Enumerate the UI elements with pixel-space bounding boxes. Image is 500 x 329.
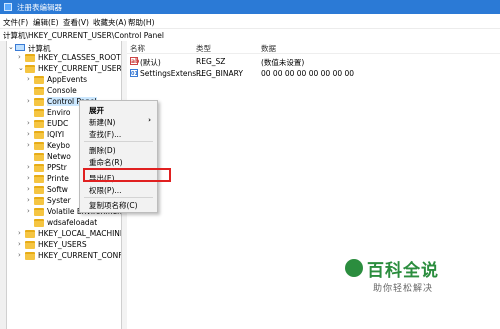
menu-item-copy-key-name[interactable]: 复制项名称(C) bbox=[80, 199, 157, 210]
menu-item-find[interactable]: 查找(F)... bbox=[80, 128, 157, 139]
window-title: 注册表编辑器 bbox=[17, 3, 62, 12]
string-value-icon: ab bbox=[130, 57, 140, 65]
menu-favorites[interactable]: 收藏夹(A) bbox=[93, 17, 126, 28]
context-menu: 展开 新建(N) › 查找(F)... 删除(D) 重命名(R) 导出(E) 权… bbox=[79, 100, 158, 213]
chevron-right-icon[interactable]: › bbox=[27, 75, 30, 83]
menu-file[interactable]: 文件(F) bbox=[3, 17, 28, 28]
chevron-right-icon[interactable]: › bbox=[27, 141, 30, 149]
title-bar: 注册表编辑器 bbox=[0, 0, 500, 14]
folder-icon bbox=[34, 98, 44, 106]
chevron-right-icon[interactable]: › bbox=[27, 185, 30, 193]
folder-icon bbox=[34, 186, 44, 194]
folder-icon bbox=[34, 76, 44, 84]
regedit-app-icon bbox=[4, 3, 12, 11]
brand-logo-icon bbox=[345, 259, 363, 277]
menu-separator bbox=[84, 197, 153, 198]
watermark-brand: 百科全说 bbox=[367, 261, 439, 281]
chevron-right-icon[interactable]: › bbox=[27, 207, 30, 215]
menu-bar: 文件(F) 编辑(E) 查看(V) 收藏夹(A) 帮助(H) bbox=[0, 14, 500, 29]
folder-icon bbox=[34, 109, 44, 117]
chevron-right-icon[interactable]: › bbox=[18, 53, 21, 61]
folder-icon bbox=[34, 197, 44, 205]
folder-icon bbox=[34, 175, 44, 183]
folder-icon bbox=[34, 219, 44, 227]
menu-item-rename[interactable]: 重命名(R) bbox=[80, 156, 157, 167]
folder-icon bbox=[34, 153, 44, 161]
folder-icon bbox=[25, 65, 35, 73]
menu-item-permissions[interactable]: 权限(P)... bbox=[80, 184, 157, 195]
chevron-right-icon[interactable]: › bbox=[18, 240, 21, 248]
value-row[interactable]: ab (默认) REG_SZ (数值未设置) bbox=[127, 56, 500, 67]
chevron-down-icon[interactable]: ⌄ bbox=[18, 64, 24, 72]
chevron-right-icon[interactable]: › bbox=[27, 196, 30, 204]
binary-value-icon: 01 bbox=[130, 69, 138, 77]
value-row[interactable]: 01 SettingsExtensi... REG_BINARY 00 00 0… bbox=[127, 68, 500, 79]
chevron-right-icon[interactable]: › bbox=[18, 251, 21, 259]
menu-item-expand[interactable]: 展开 bbox=[80, 104, 157, 115]
chevron-right-icon[interactable]: › bbox=[27, 163, 30, 171]
folder-icon bbox=[34, 120, 44, 128]
menu-help[interactable]: 帮助(H) bbox=[128, 17, 155, 28]
values-pane[interactable]: 名称 类型 数据 ab (默认) REG_SZ (数值未设置) 01 Setti… bbox=[127, 41, 500, 329]
submenu-arrow-icon: › bbox=[148, 116, 151, 124]
computer-icon bbox=[15, 44, 25, 51]
chevron-right-icon[interactable]: › bbox=[27, 174, 30, 182]
chevron-right-icon[interactable]: › bbox=[27, 97, 30, 105]
folder-icon bbox=[34, 208, 44, 216]
chevron-right-icon[interactable]: › bbox=[27, 130, 30, 138]
address-path: 计算机\HKEY_CURRENT_USER\Control Panel bbox=[3, 31, 164, 40]
menu-view[interactable]: 查看(V) bbox=[63, 17, 89, 28]
window-left-edge bbox=[0, 41, 7, 329]
header-divider bbox=[127, 53, 500, 54]
chevron-down-icon[interactable]: ⌄ bbox=[8, 43, 14, 51]
folder-icon bbox=[25, 241, 35, 249]
folder-icon bbox=[34, 131, 44, 139]
menu-separator bbox=[84, 141, 153, 142]
watermark-tagline: 助你轻松解决 bbox=[373, 284, 434, 294]
menu-edit[interactable]: 编辑(E) bbox=[33, 17, 59, 28]
folder-icon bbox=[34, 142, 44, 150]
menu-item-new[interactable]: 新建(N) › bbox=[80, 116, 157, 127]
export-highlight-box bbox=[83, 168, 171, 182]
chevron-right-icon[interactable]: › bbox=[18, 229, 21, 237]
chevron-right-icon[interactable]: › bbox=[27, 119, 30, 127]
folder-icon bbox=[34, 164, 44, 172]
folder-icon bbox=[25, 54, 35, 62]
folder-icon bbox=[25, 252, 35, 260]
menu-item-delete[interactable]: 删除(D) bbox=[80, 144, 157, 155]
folder-icon bbox=[25, 230, 35, 238]
folder-icon bbox=[34, 87, 44, 95]
